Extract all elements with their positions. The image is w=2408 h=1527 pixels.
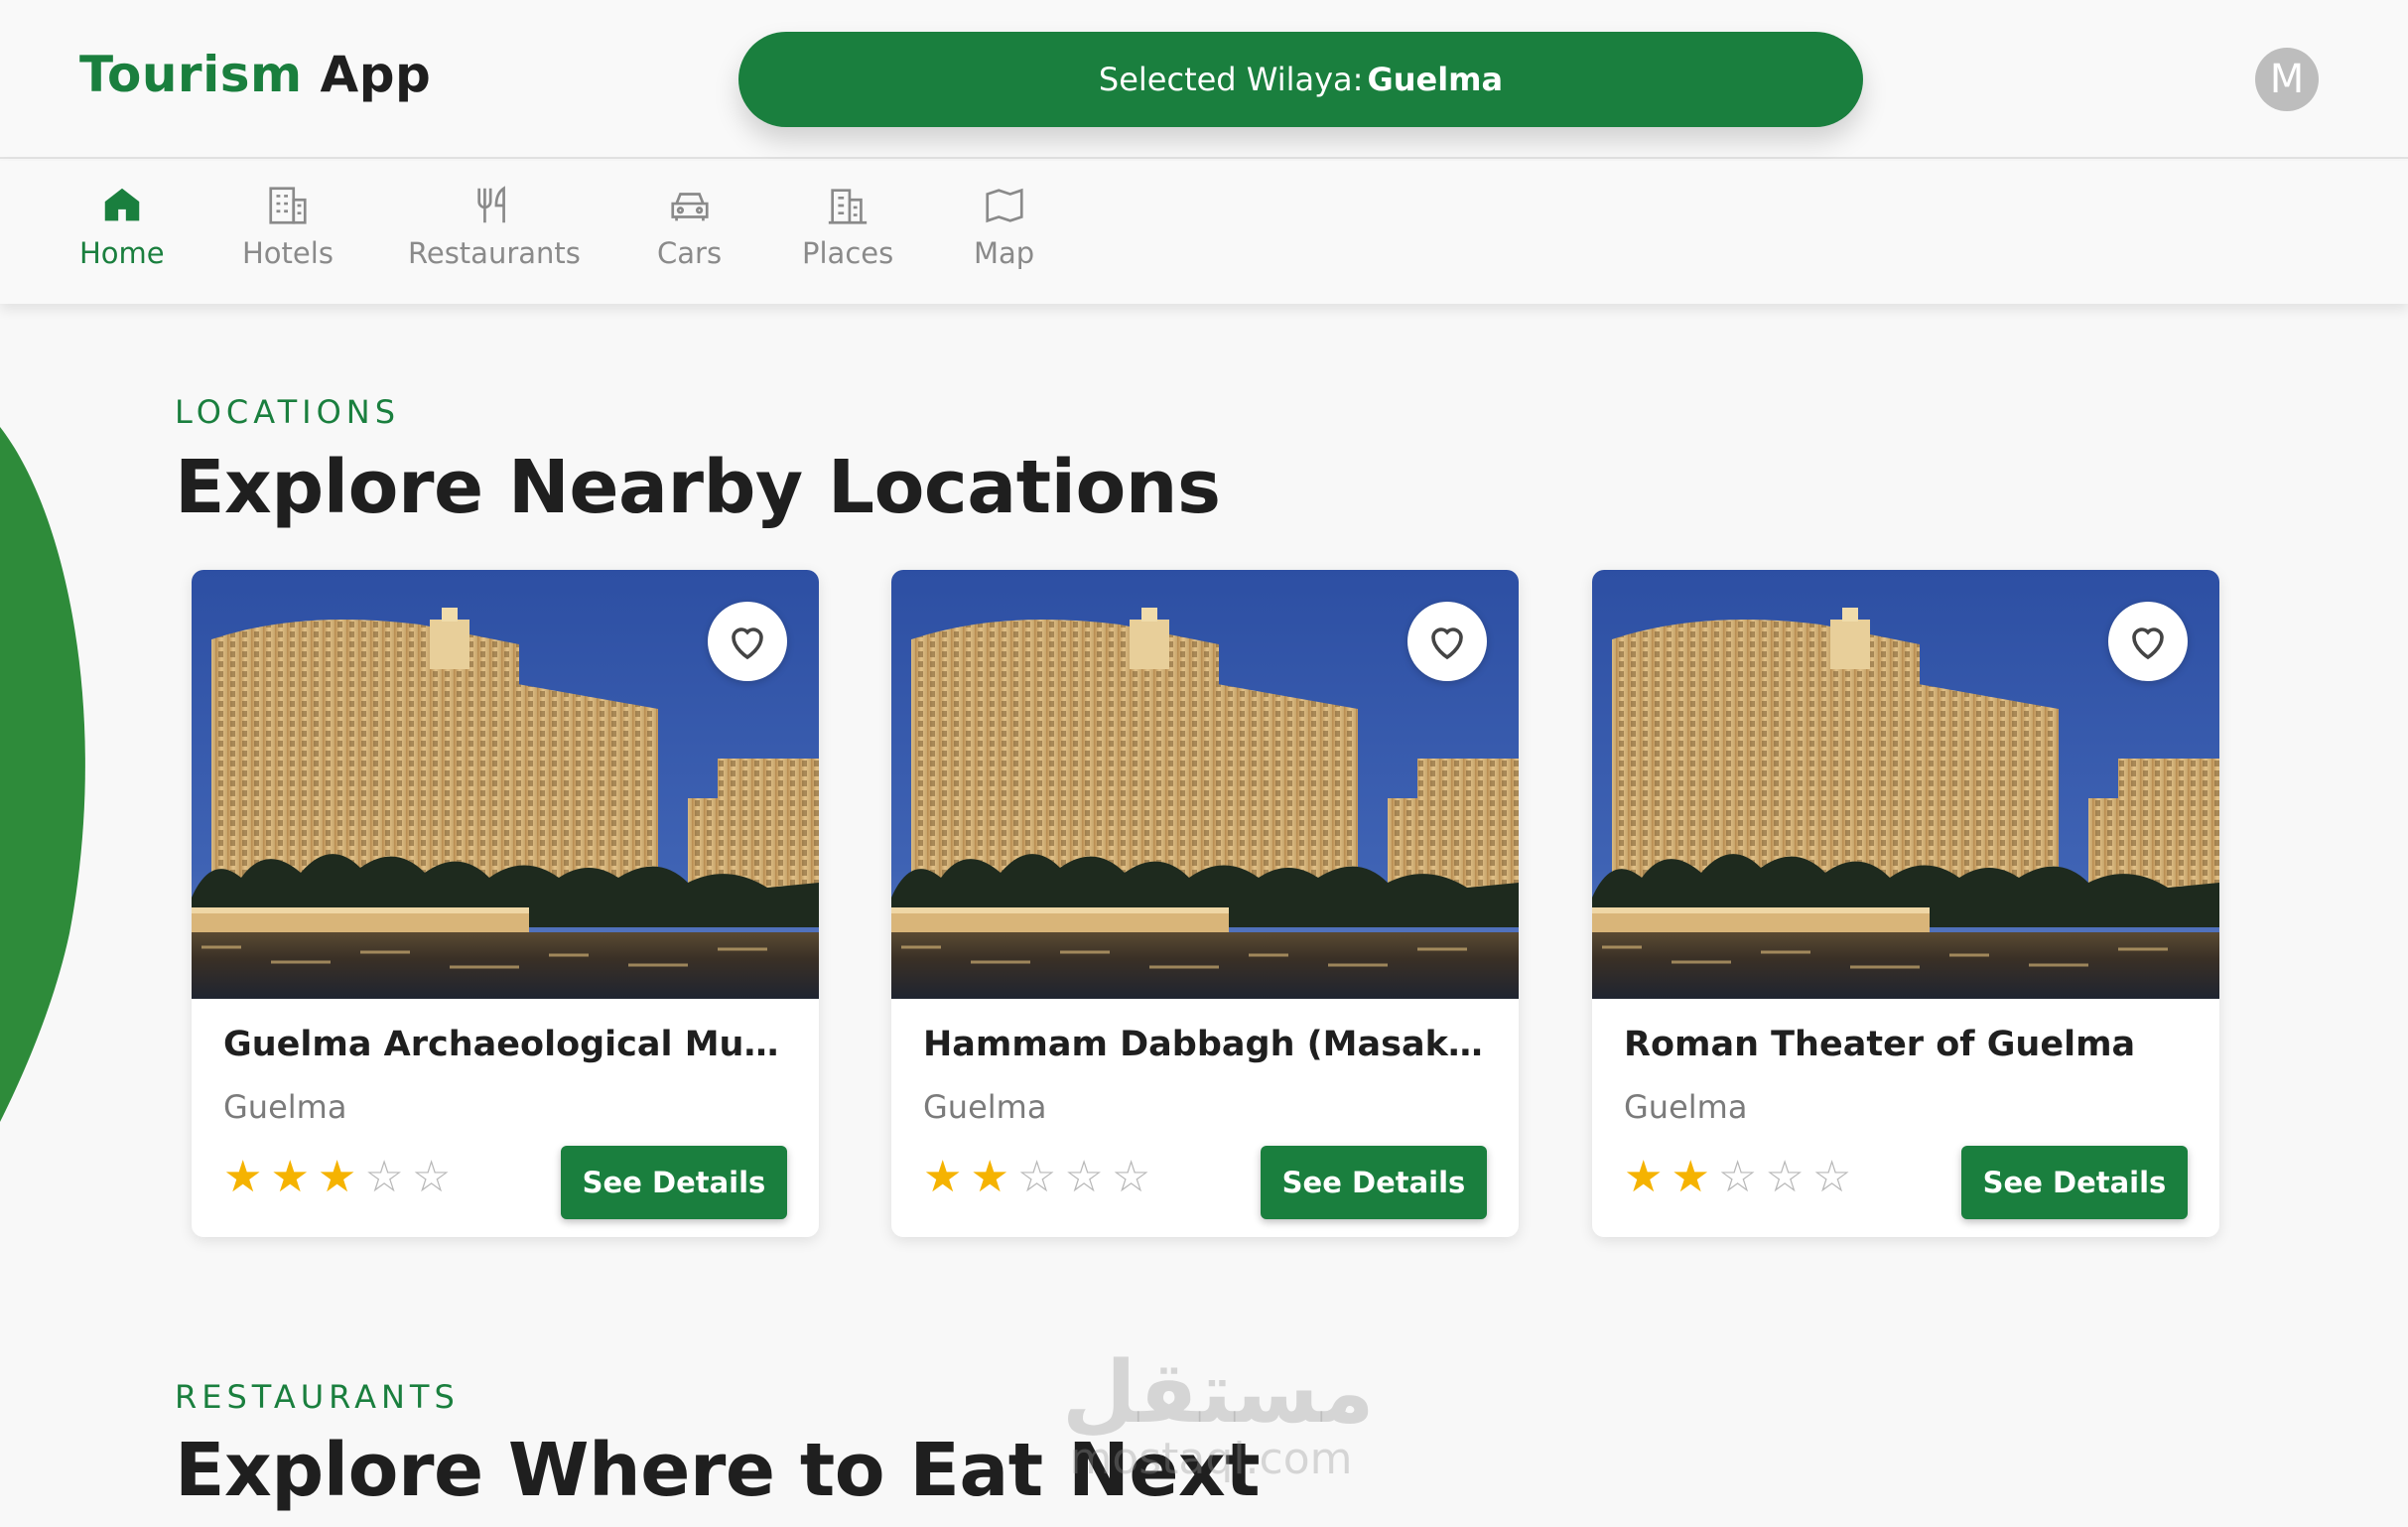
location-card[interactable]: Guelma Archaeological Muse... Guelma ★ ★…	[192, 570, 819, 1237]
nav-label-cars: Cars	[657, 236, 723, 270]
star-filled-icon: ★	[270, 1152, 310, 1202]
locations-eyebrow: LOCATIONS	[175, 393, 401, 431]
app-logo[interactable]: Tourism App	[79, 46, 431, 103]
wilaya-value: Guelma	[1367, 61, 1504, 98]
nav-tab-places[interactable]: Places	[802, 183, 893, 282]
nav-tab-home[interactable]: Home	[79, 183, 165, 282]
brand-name-part2: App	[320, 46, 432, 103]
see-details-button[interactable]: See Details	[1961, 1146, 2188, 1219]
star-empty-icon: ☆	[1717, 1152, 1758, 1202]
decorative-green-shape	[0, 427, 85, 1122]
card-city: Guelma	[923, 1088, 1047, 1126]
favorite-button[interactable]	[2108, 602, 2188, 681]
nav-label-home: Home	[79, 236, 165, 270]
restaurants-eyebrow: RESTAURANTS	[175, 1378, 460, 1416]
heart-icon	[732, 627, 763, 660]
nav-label-places: Places	[802, 236, 894, 270]
star-filled-icon: ★	[223, 1152, 263, 1202]
locations-title: Explore Nearby Locations	[175, 445, 1221, 530]
app-header: Tourism App Selected Wilaya: Guelma M	[0, 0, 2408, 159]
nav-label-restaurants: Restaurants	[408, 236, 581, 270]
location-card[interactable]: Hammam Dabbagh (Masakh... Guelma ★ ★ ☆ ☆…	[891, 570, 1519, 1237]
star-empty-icon: ☆	[411, 1152, 452, 1202]
wilaya-selector-button[interactable]: Selected Wilaya: Guelma	[738, 32, 1863, 127]
wilaya-label: Selected Wilaya:	[1098, 61, 1364, 98]
watermark-arabic: مستقل	[1062, 1343, 1375, 1443]
star-filled-icon: ★	[1624, 1152, 1664, 1202]
star-rating: ★ ★ ☆ ☆ ☆	[1624, 1156, 1851, 1199]
star-filled-icon: ★	[317, 1152, 357, 1202]
nav-label-map: Map	[974, 236, 1035, 270]
star-rating: ★ ★ ☆ ☆ ☆	[923, 1156, 1150, 1199]
nav-tab-hotels[interactable]: Hotels	[242, 183, 334, 282]
user-avatar[interactable]: M	[2255, 48, 2319, 111]
star-empty-icon: ☆	[1111, 1152, 1151, 1202]
nav-label-hotels: Hotels	[242, 236, 334, 270]
star-empty-icon: ☆	[1811, 1152, 1852, 1202]
nav-tab-restaurants[interactable]: Restaurants	[408, 183, 581, 282]
card-title: Hammam Dabbagh (Masakh...	[923, 1025, 1487, 1064]
star-empty-icon: ☆	[1064, 1152, 1104, 1202]
card-city: Guelma	[223, 1088, 347, 1126]
utensils-icon	[477, 186, 505, 223]
restaurants-title: Explore Where to Eat Next	[175, 1428, 1261, 1513]
heart-icon	[2132, 627, 2164, 660]
map-icon	[986, 188, 1023, 223]
card-city: Guelma	[1624, 1088, 1748, 1126]
brand-name-part1: Tourism	[79, 46, 303, 103]
card-title: Guelma Archaeological Muse...	[223, 1025, 787, 1064]
home-icon	[104, 188, 140, 221]
location-card[interactable]: Roman Theater of Guelma Guelma ★ ★ ☆ ☆ ☆…	[1592, 570, 2219, 1237]
star-rating: ★ ★ ★ ☆ ☆	[223, 1156, 451, 1199]
nav-tab-cars[interactable]: Cars	[657, 183, 722, 282]
star-empty-icon: ☆	[1765, 1152, 1805, 1202]
nav-tab-map[interactable]: Map	[974, 183, 1034, 282]
favorite-button[interactable]	[708, 602, 787, 681]
star-empty-icon: ☆	[364, 1152, 404, 1202]
see-details-button[interactable]: See Details	[1261, 1146, 1487, 1219]
card-title: Roman Theater of Guelma	[1624, 1025, 2136, 1064]
building-icon	[828, 189, 868, 224]
star-filled-icon: ★	[923, 1152, 963, 1202]
see-details-button[interactable]: See Details	[561, 1146, 787, 1219]
favorite-button[interactable]	[1407, 602, 1487, 681]
hotel-icon	[269, 187, 307, 224]
heart-icon	[1431, 627, 1463, 660]
star-filled-icon: ★	[970, 1152, 1009, 1202]
star-empty-icon: ☆	[1016, 1152, 1057, 1202]
car-icon	[670, 193, 709, 221]
category-nav: Home Hotels Restaurants Cars Places Map	[0, 161, 2408, 304]
star-filled-icon: ★	[1671, 1152, 1710, 1202]
